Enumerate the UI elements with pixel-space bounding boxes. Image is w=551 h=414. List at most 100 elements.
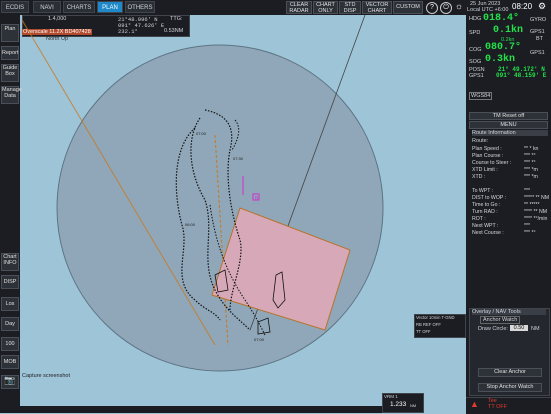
- clock-time: 08:20: [512, 2, 533, 11]
- brightness-100-button[interactable]: 100: [1, 337, 19, 351]
- hdg-label: HDG: [469, 16, 482, 22]
- route-row-label: Plan Speed :: [472, 146, 502, 152]
- hdg-source: GYRO: [530, 17, 547, 23]
- route-row-value: **** ** NM: [524, 209, 548, 215]
- route-label: Route:: [472, 138, 489, 144]
- route-row-label: ROT :: [472, 216, 486, 222]
- std-disp-button[interactable]: STD DISP: [339, 1, 361, 14]
- alarm-line-2: TT OFF: [488, 404, 508, 410]
- brightness-icon[interactable]: ☼: [453, 1, 465, 13]
- tm-reset-button[interactable]: TM Reset off: [469, 112, 548, 120]
- route-row-value: *** *m: [524, 174, 538, 180]
- spd-source-1: GPS1: [530, 29, 545, 35]
- vector-line-1: Vector 10min T-GND: [416, 315, 455, 320]
- route-row-value: ***: [524, 223, 531, 229]
- posn-source: GPS1: [469, 73, 484, 79]
- plan-button[interactable]: Plan: [1, 24, 19, 42]
- route-row: Plan Course : *** *°: [472, 153, 536, 159]
- anchor-watch-circle: [56, 44, 384, 372]
- menu-button[interactable]: MENU: [469, 121, 548, 129]
- route-row-label: XTD :: [472, 174, 486, 180]
- draw-circle-unit: NM: [531, 326, 540, 332]
- capture-screenshot-text: Capture screenshot: [22, 373, 70, 379]
- anchor-watch-tab[interactable]: Anchor Watch: [480, 316, 521, 324]
- vector-line-3: TT OFF: [416, 329, 431, 334]
- spd-value: 0.1kn: [493, 25, 524, 36]
- route-row-label: XTD Limit :: [472, 167, 498, 173]
- stop-anchor-watch-button[interactable]: Stop Anchor Watch: [478, 383, 542, 392]
- route-row-label: Next Course :: [472, 230, 504, 236]
- route-row: ROT : **** *°/min: [472, 216, 547, 222]
- route-row-label: DIST to WOP :: [472, 195, 507, 201]
- settings-gear-icon[interactable]: ⚙: [538, 1, 546, 12]
- route-row: Time to Go : ** *****: [472, 202, 540, 208]
- position-lon: 091° 48.159' E: [496, 72, 547, 79]
- route-row: XTD Limit : *** *m: [472, 167, 538, 173]
- route-row: XTD : *** *m: [472, 174, 538, 180]
- overlay-header: Overlay / NAV Tools: [472, 309, 546, 315]
- map-label-2: 07:00: [196, 131, 207, 136]
- route-row: Next WPT : ***: [472, 223, 530, 229]
- mob-button[interactable]: MOB: [1, 355, 19, 369]
- datum-indicator: WGS84: [469, 92, 493, 100]
- camera-icon[interactable]: 📷: [1, 375, 19, 389]
- spd-source-2: BT: [536, 36, 544, 42]
- cog-source: GPS1: [530, 50, 545, 56]
- vector-line-2: RB REF OFF: [416, 322, 441, 327]
- route-row-value: *** *°: [524, 153, 536, 159]
- route-row-label: Plan Course :: [472, 153, 504, 159]
- disp-button[interactable]: DISP: [1, 275, 19, 289]
- draw-circle-label: Draw Circle:: [478, 326, 508, 332]
- cog-label: COG: [469, 47, 482, 53]
- route-row: Turn RAD : **** ** NM: [472, 209, 547, 215]
- route-row: Plan Speed : ** * kn: [472, 146, 538, 152]
- sog-label: SOG: [469, 59, 482, 65]
- vector-chart-button[interactable]: VECTOR CHART: [362, 1, 392, 14]
- route-row: To WPT : ***: [472, 188, 530, 194]
- tab-navi[interactable]: NAVI: [33, 1, 61, 13]
- chart-only-button[interactable]: CHART ONLY: [313, 1, 338, 14]
- route-info-header: Route Information: [472, 130, 548, 136]
- tab-others[interactable]: OTHERS: [125, 1, 155, 13]
- cog-value: 080.7°: [485, 42, 522, 53]
- spd-label: SPD: [469, 30, 481, 36]
- chart-info-button[interactable]: Chart INFO: [1, 253, 19, 271]
- route-row: Course to Steer : *** *°: [472, 160, 536, 166]
- manage-data-button[interactable]: Manage Data: [1, 86, 22, 104]
- route-row: DIST to WOP : ***** ** NM: [472, 195, 549, 201]
- hdg-value: 018.4°: [483, 13, 520, 24]
- route-row-label: To WPT :: [472, 188, 494, 194]
- chart-canvas[interactable]: B 07:00 07:30 06:00 07:00: [20, 15, 466, 413]
- clear-anchor-button[interactable]: Clear Anchor: [478, 368, 542, 377]
- route-row-value: ***** ** NM: [524, 195, 550, 201]
- map-label-3: 07:30: [233, 156, 244, 161]
- draw-circle-input[interactable]: 0.50: [510, 325, 528, 331]
- tab-ecdis[interactable]: ECDIS: [1, 1, 29, 13]
- sog-value: 0.3kn: [485, 54, 516, 65]
- range-label: VRM 1: [384, 394, 398, 399]
- clear-radar-button[interactable]: CLEAR RADAR: [286, 1, 312, 14]
- route-row-value: ** * kn: [524, 146, 539, 152]
- route-row-value: **** *°/min: [524, 216, 548, 222]
- range-value: 1.233: [390, 401, 407, 408]
- custom-button[interactable]: CUSTOM: [393, 1, 423, 14]
- tab-plan[interactable]: PLAN: [97, 1, 123, 13]
- los-button[interactable]: Los: [1, 297, 19, 311]
- bottom-bar: [20, 406, 382, 413]
- day-mode-button[interactable]: Day: [1, 317, 19, 331]
- route-row-value: *** *m: [524, 167, 538, 173]
- route-row-value: ** *****: [524, 202, 540, 208]
- route-row-label: Time to Go :: [472, 202, 501, 208]
- map-label-5: 07:00: [254, 337, 265, 342]
- range-unit: NM: [410, 403, 417, 408]
- guide-box-button[interactable]: Guide Box: [1, 64, 19, 82]
- report-button[interactable]: Report: [1, 46, 19, 60]
- route-row-value: ***: [524, 188, 531, 194]
- tab-charts[interactable]: CHARTS: [63, 1, 95, 13]
- map-label-4: 06:00: [185, 222, 196, 227]
- power-icon[interactable]: ⏻: [440, 2, 452, 14]
- route-row-value: *** *°: [524, 230, 536, 236]
- route-row-label: Course to Steer :: [472, 160, 512, 166]
- help-icon[interactable]: ?: [426, 2, 438, 14]
- route-row-label: Next WPT :: [472, 223, 499, 229]
